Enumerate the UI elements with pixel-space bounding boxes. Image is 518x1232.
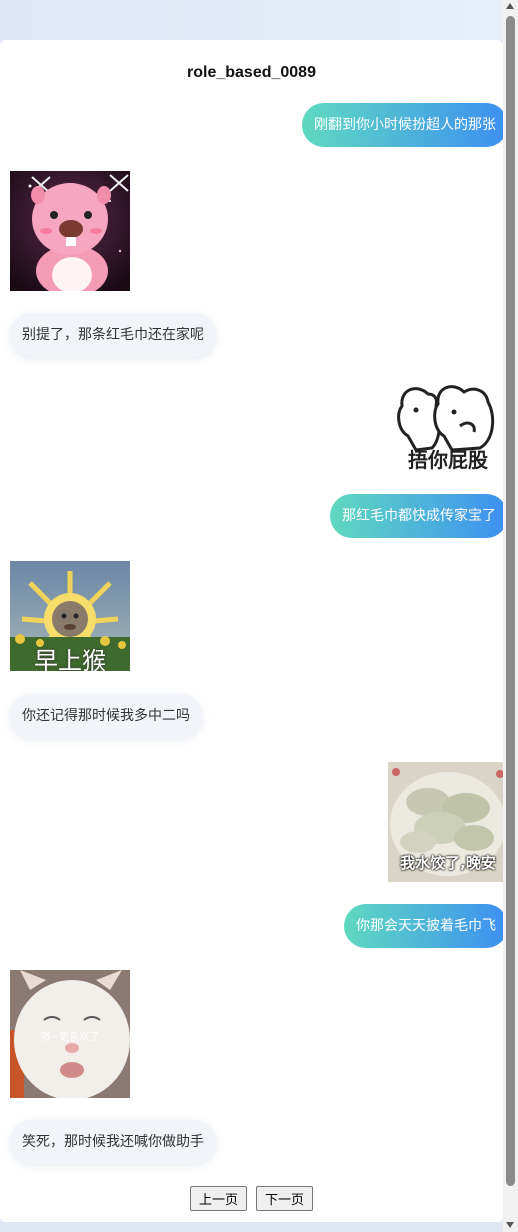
- scrollbar-thumb[interactable]: [506, 16, 515, 1186]
- scroll-up-arrow-icon[interactable]: [506, 3, 514, 9]
- vertical-scrollbar[interactable]: [503, 0, 518, 1232]
- incoming-message: 别提了，那条红毛巾还在家呢: [10, 313, 216, 357]
- incoming-message: 你还记得那时候我多中二吗: [10, 694, 202, 738]
- prev-page-button[interactable]: 上一页: [189, 1186, 247, 1211]
- sticker-caption: 哦~更喜欢了: [40, 1032, 100, 1043]
- sticker-caption: 我水饺了,晚安: [400, 854, 496, 872]
- scroll-down-arrow-icon[interactable]: [506, 1222, 514, 1228]
- outgoing-message: 你那会天天披着毛巾飞: [344, 904, 508, 948]
- bear-butt-sticker[interactable]: 捂你屁股: [388, 380, 508, 472]
- white-cat-sticker[interactable]: 哦~更喜欢了: [10, 970, 130, 1098]
- page-title: role_based_0089: [187, 64, 316, 81]
- incoming-message: 笑死，那时候我还喊你做助手: [10, 1120, 216, 1164]
- outgoing-message: 那红毛巾都快成传家宝了: [330, 494, 508, 538]
- top-gradient-band: [0, 0, 503, 40]
- outgoing-message: 刚翻到你小时候扮超人的那张: [302, 103, 508, 147]
- sun-baby-monkey-sticker[interactable]: 早上猴: [10, 561, 130, 671]
- sticker-caption: 捂你屁股: [408, 448, 488, 472]
- pagination: 上一页 下一页: [0, 1186, 503, 1211]
- bottom-gradient-band: [0, 1222, 503, 1232]
- next-page-button[interactable]: 下一页: [256, 1186, 314, 1211]
- sticker-caption: 早上猴: [34, 647, 106, 671]
- dumplings-sticker[interactable]: 我水饺了,晚安: [388, 762, 508, 882]
- pink-beaver-sticker[interactable]: [10, 171, 130, 291]
